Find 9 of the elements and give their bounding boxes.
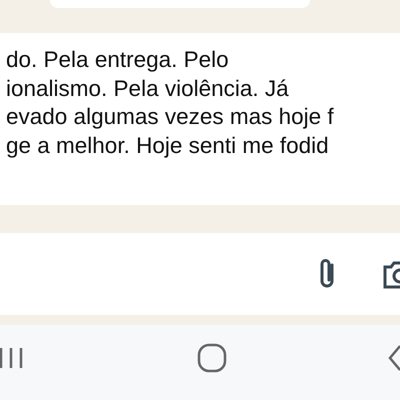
recent-apps-icon[interactable]	[0, 346, 25, 370]
message-text: ionalismo. Pela violência. Já	[6, 74, 289, 102]
message-text: do. Pela entrega. Pelo	[6, 46, 229, 74]
home-icon[interactable]	[196, 342, 226, 372]
camera-icon[interactable]	[383, 259, 400, 289]
message-text: ge a melhor. Hoje senti me fodid	[6, 132, 329, 160]
message-input-bar[interactable]	[0, 233, 400, 315]
message-text: evado algumas vezes mas hoje f	[6, 103, 334, 131]
back-icon[interactable]	[386, 342, 400, 372]
